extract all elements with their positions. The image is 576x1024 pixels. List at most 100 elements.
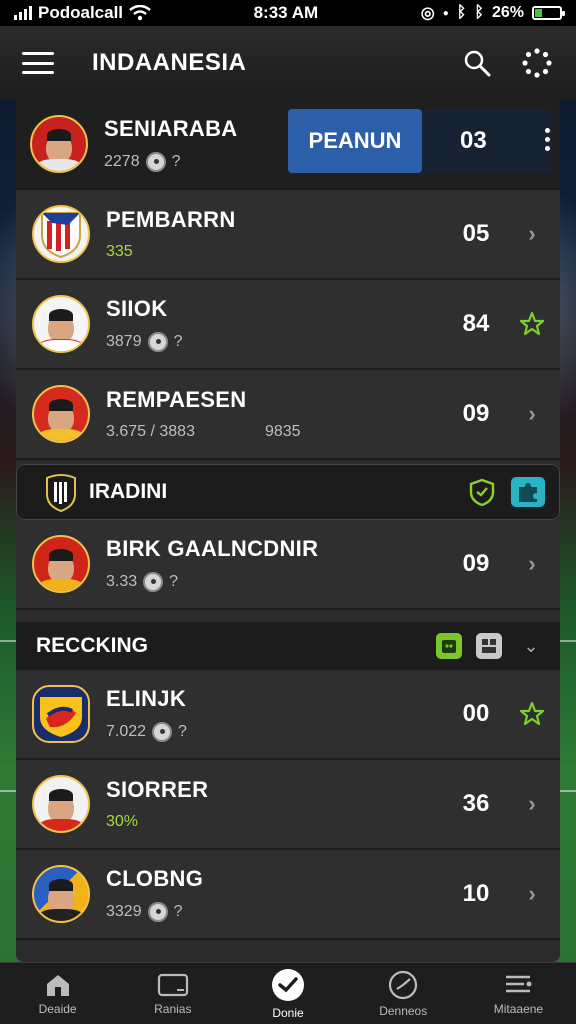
ball-suffix: ?: [173, 903, 183, 920]
ball-suffix: ?: [169, 573, 179, 590]
nav-denneos[interactable]: Denneos: [346, 963, 461, 1024]
ball-icon: [143, 572, 164, 592]
ball-suffix: ?: [173, 333, 183, 350]
team-crest: [32, 775, 90, 833]
status-bar: Podoalcall 8:33 AM ◎ ● ᛒ ᛒ 26%: [0, 0, 576, 26]
nav-home[interactable]: Deaide: [0, 963, 115, 1024]
chevron-down-icon[interactable]: ⌄: [516, 631, 546, 661]
ball-icon: [145, 152, 166, 172]
row-score: 03: [460, 127, 487, 154]
row-stat: 3.33: [106, 573, 138, 590]
row-text: PEMBARRN 335: [106, 207, 446, 261]
search-icon[interactable]: [460, 46, 494, 80]
wifi-icon: [129, 5, 151, 21]
list-item-selected[interactable]: SENIARABA 2278 ? PEANUN 03: [16, 100, 560, 190]
home-icon: [46, 974, 69, 996]
row-subtitle: 7.022 ?: [106, 722, 446, 742]
nav-donie[interactable]: Donie: [230, 963, 345, 1024]
list-item[interactable]: BIRK GAALNCDNIR 3.33 ? 09 ›: [16, 520, 560, 610]
row-subtitle: 3.33 ?: [106, 572, 446, 592]
ball-icon: [152, 722, 173, 742]
bluetooth-icon-2: ᛒ: [474, 4, 484, 21]
battery-icon: [531, 6, 565, 20]
grid-icon[interactable]: [476, 633, 502, 659]
check-circle-icon: [272, 968, 304, 1001]
calendar-icon[interactable]: [436, 633, 462, 659]
list-item[interactable]: ELINJK 7.022 ? 00: [16, 670, 560, 760]
nav-ranias[interactable]: Ranias: [115, 963, 230, 1024]
alarm-icon: ◎: [420, 5, 435, 22]
app-header: INDAANESIA: [0, 26, 576, 100]
row-subtitle: 335: [106, 243, 133, 260]
status-left: Podoalcall: [14, 3, 151, 23]
carrier-name: Podoalcall: [38, 3, 124, 22]
team-crest: [32, 205, 90, 263]
list-item[interactable]: REMPAESEN 3.675 / 3883 9835 09 ›: [16, 370, 560, 460]
nav-label: Ranias: [154, 1001, 192, 1016]
row-subtitle: 30%: [106, 813, 139, 830]
tablet-icon: [157, 973, 188, 996]
list-item[interactable]: SIIOK 3879 ? 84: [16, 280, 560, 370]
row-stat: 3329: [106, 903, 142, 920]
nav-mitaaene[interactable]: Mitaaene: [461, 963, 576, 1024]
menu-icon[interactable]: [22, 52, 54, 74]
star-icon[interactable]: [512, 304, 552, 344]
team-crest: [32, 865, 90, 923]
row-stat: 7.022: [106, 723, 147, 740]
row-text: BIRK GAALNCDNIR 3.33 ?: [106, 536, 446, 592]
signal-icon: [14, 6, 32, 20]
battery-percent: 26%: [491, 4, 524, 21]
score-box: 03: [422, 109, 552, 173]
team-crest: [32, 385, 90, 443]
team-list: SENIARABA 2278 ? PEANUN 03 PEMBARRN 335 …: [16, 100, 560, 962]
row-score: 10: [462, 880, 490, 907]
row-stat: 2278: [104, 153, 140, 170]
row-title: SIIOK: [106, 296, 168, 321]
chevron-right-icon[interactable]: ›: [512, 214, 552, 254]
chevron-right-icon[interactable]: ›: [512, 544, 552, 584]
row-title: REMPAESEN: [106, 387, 247, 412]
row-text: CLOBNG 3329 ?: [106, 866, 446, 922]
nav-label: Denneos: [379, 1003, 428, 1018]
row-stat: 3879: [106, 333, 142, 350]
row-stat-extra: 9835: [264, 423, 301, 440]
row-text: REMPAESEN 3.675 / 3883 9835: [106, 387, 446, 441]
more-options-icon[interactable]: [545, 128, 550, 151]
clock-time: 8:33 AM: [253, 3, 319, 22]
page-title: INDAANESIA: [92, 49, 247, 76]
list-item[interactable]: SIORRER 30% 36 ›: [16, 760, 560, 850]
row-score: 00: [462, 700, 490, 727]
section-title: RECCKING: [36, 634, 149, 657]
action-button[interactable]: PEANUN: [288, 109, 422, 173]
chevron-right-icon[interactable]: ›: [512, 394, 552, 434]
star-icon[interactable]: [512, 694, 552, 734]
clock-icon: [389, 970, 418, 999]
ball-suffix: ?: [178, 723, 187, 740]
ball-icon: [147, 902, 168, 922]
ball-suffix: ?: [171, 153, 181, 170]
menu-lines-icon: [506, 975, 532, 992]
loading-icon[interactable]: [520, 46, 554, 80]
chevron-right-icon[interactable]: ›: [512, 784, 552, 824]
nav-label: Mitaaene: [493, 1001, 544, 1016]
row-score: 09: [462, 400, 490, 427]
row-subtitle: 3879 ?: [106, 332, 446, 352]
bottom-navigation: Deaide Ranias Donie Denneos Mitaaene: [0, 962, 576, 1024]
nav-label: Deaide: [38, 1001, 77, 1016]
row-subtitle: 3.675 / 3883 9835: [106, 423, 446, 441]
row-score: 09: [462, 550, 490, 577]
status-right: ◎ ● ᛒ ᛒ 26%: [420, 3, 565, 23]
list-item[interactable]: PEMBARRN 335 05 ›: [16, 190, 560, 280]
section-header[interactable]: IRADINI: [16, 464, 560, 520]
location-icon: ●: [442, 7, 449, 19]
chevron-right-icon[interactable]: ›: [512, 874, 552, 914]
row-score: 36: [462, 790, 490, 817]
puzzle-icon[interactable]: [511, 477, 545, 507]
section-header[interactable]: RECCKING ⌄: [16, 622, 560, 670]
row-title: SIORRER: [106, 777, 209, 802]
shield-icon[interactable]: [467, 477, 497, 507]
club-badge-icon: [45, 472, 77, 513]
team-crest: [32, 535, 90, 593]
list-item[interactable]: CLOBNG 3329 ? 10 ›: [16, 850, 560, 940]
row-title: PEMBARRN: [106, 207, 236, 232]
